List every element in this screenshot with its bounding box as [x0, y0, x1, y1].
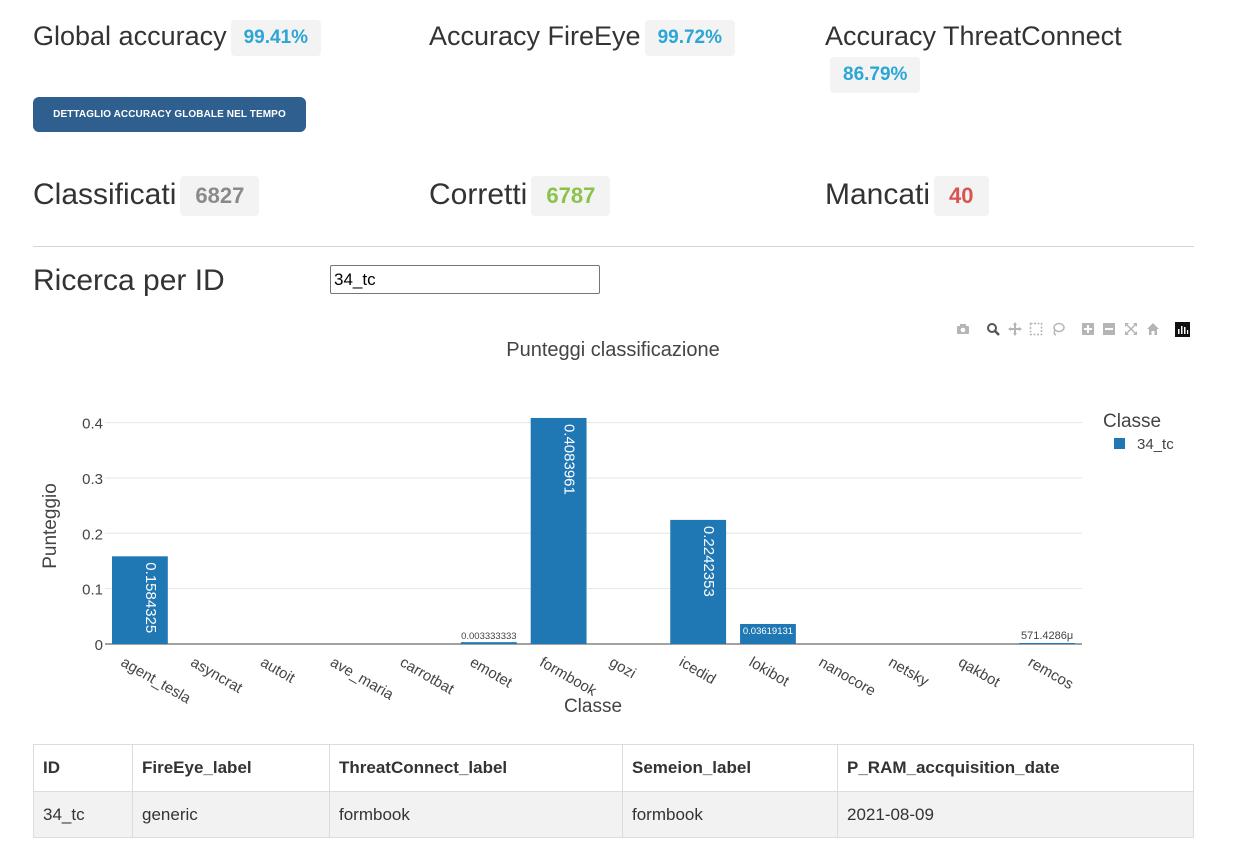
- threatconnect-accuracy-label: Accuracy ThreatConnect: [825, 21, 1122, 51]
- search-id-input[interactable]: [330, 265, 600, 294]
- bar-value-label: 571.4286μ: [1021, 630, 1073, 642]
- global-accuracy-badge: 99.41%: [230, 19, 322, 56]
- bar-value-label: 0.1584325: [142, 562, 159, 633]
- details-table: ID FireEye_label ThreatConnect_label Sem…: [33, 744, 1194, 838]
- table-header-row: ID FireEye_label ThreatConnect_label Sem…: [33, 744, 1194, 792]
- fireeye-accuracy-label: Accuracy FireEye: [429, 21, 641, 51]
- bar-emotet[interactable]: [460, 642, 517, 644]
- header-acquisition-date: P_RAM_accquisition_date: [837, 744, 1194, 792]
- threatconnect-accuracy: Accuracy ThreatConnect 86.79%: [825, 18, 1122, 93]
- cell-id: 34_tc: [33, 791, 133, 838]
- x-tick-label: remcos: [1025, 654, 1076, 693]
- y-tick-label: 0: [95, 637, 103, 654]
- x-tick-label: carrotbat: [397, 654, 457, 699]
- x-tick-label: agent_tesla: [118, 654, 194, 708]
- x-tick-label: emotet: [467, 654, 516, 692]
- classification-scores-chart: Punteggi classificazione 0 0.1 0.2 0.3 0.4 0…: [40, 339, 1174, 717]
- threatconnect-accuracy-badge: 86.79%: [830, 56, 921, 93]
- y-axis-title: Punteggio: [40, 483, 61, 569]
- x-axis-title: Classe: [564, 696, 622, 717]
- header-threatconnect-label: ThreatConnect_label: [329, 744, 623, 792]
- x-tick-label: formbook: [537, 654, 600, 700]
- corretti-label: Corretti: [429, 177, 528, 211]
- bar-value-label: 0.003333333: [461, 631, 516, 642]
- bar-value-label: 0.03619131: [743, 626, 793, 637]
- y-tick-label: 0.3: [82, 471, 103, 488]
- legend-title: Classe: [1103, 411, 1161, 432]
- cell-semeion-label: formbook: [622, 791, 838, 838]
- y-tick-label: 0.4: [82, 416, 103, 433]
- header-id: ID: [33, 744, 133, 792]
- corretti-stat: Corretti 6787: [429, 176, 611, 216]
- legend-swatch[interactable]: [1114, 438, 1125, 449]
- table-row: 34_tc generic formbook formbook 2021-08-…: [33, 791, 1194, 838]
- x-tick-label: icedid: [676, 654, 718, 688]
- global-accuracy-label: Global accuracy: [33, 21, 227, 51]
- x-tick-label: autoit: [257, 654, 298, 687]
- search-label: Ricerca per ID: [33, 264, 225, 297]
- x-tick-label: qakbot: [955, 654, 1003, 692]
- fireeye-accuracy-badge: 99.72%: [644, 19, 736, 56]
- cell-acquisition-date: 2021-08-09: [837, 791, 1194, 838]
- header-semeion-label: Semeion_label: [622, 744, 838, 792]
- x-tick-label: lokibot: [746, 654, 793, 691]
- x-tick-label: ave_maria: [327, 654, 397, 704]
- divider: [33, 246, 1194, 247]
- x-tick-label: asyncrat: [188, 654, 246, 697]
- y-tick-label: 0.1: [82, 582, 103, 599]
- x-tick-label: nanocore: [816, 654, 879, 700]
- global-accuracy: Global accuracy 99.41%: [33, 18, 322, 56]
- mancati-badge: 40: [934, 176, 989, 216]
- classificati-badge: 6827: [180, 176, 260, 216]
- cell-fireeye-label: generic: [132, 791, 330, 838]
- chart-title: Punteggi classificazione: [506, 339, 719, 361]
- header-fireeye-label: FireEye_label: [132, 744, 330, 792]
- global-accuracy-detail-button[interactable]: DETTAGLIO ACCURACY GLOBALE NEL TEMPO: [33, 97, 306, 132]
- corretti-badge: 6787: [531, 176, 611, 216]
- legend-item-34-tc[interactable]: 34_tc: [1137, 436, 1174, 453]
- mancati-stat: Mancati 40: [825, 176, 989, 216]
- x-tick-label: gozi: [606, 654, 638, 682]
- bar-remcos[interactable]: [1019, 643, 1076, 644]
- bar-value-label: 0.2242353: [700, 526, 717, 597]
- bar-value-label: 0.4083961: [561, 424, 578, 495]
- mancati-label: Mancati: [825, 177, 931, 211]
- y-tick-label: 0.2: [82, 526, 103, 543]
- classificati-stat: Classificati 6827: [33, 176, 260, 216]
- x-tick-label: netsky: [886, 654, 932, 691]
- fireeye-accuracy: Accuracy FireEye 99.72%: [429, 18, 736, 56]
- classificati-label: Classificati: [33, 177, 177, 211]
- cell-threatconnect-label: formbook: [329, 791, 623, 838]
